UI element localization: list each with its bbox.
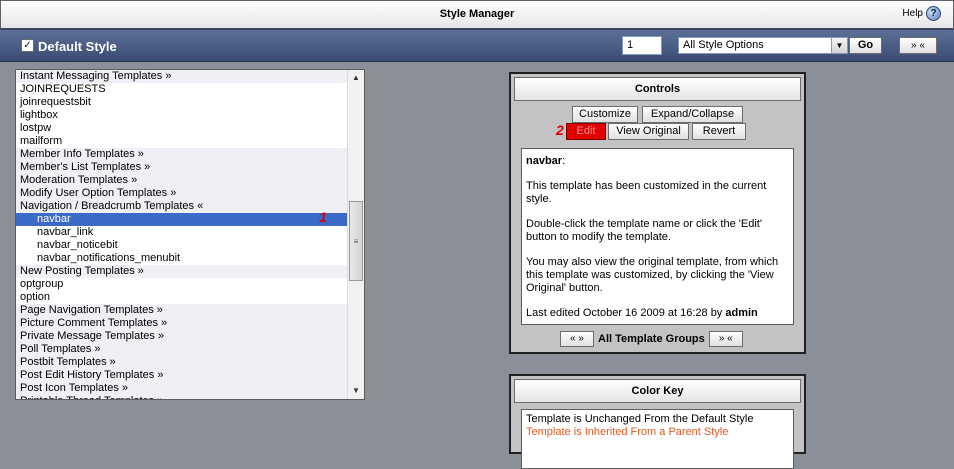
last-edited-text: Last edited October 16 2009 at 16:28 by [526,307,723,319]
template-group-row[interactable]: Page Navigation Templates » [16,304,347,317]
key-inherited: Template is Inherited From a Parent Styl… [526,426,729,438]
template-group-row[interactable]: Moderation Templates » [16,174,347,187]
template-list[interactable]: Instant Messaging Templates » JOINREQUEST… [15,69,365,400]
template-row[interactable]: navbar_link [16,226,347,239]
template-row[interactable]: navbar_noticebit [16,239,347,252]
template-name: navbar [526,155,563,167]
controls-title: Controls [514,77,801,101]
scroll-up-icon[interactable]: ▲ [348,70,364,86]
style-bar: ✓ Default Style 1 All Style Options ▼ Go… [0,30,954,62]
template-group-row[interactable]: Member Info Templates » [16,148,347,161]
page-title: Style Manager [439,8,515,20]
all-template-groups-label: All Template Groups [598,333,705,345]
template-list-items: Instant Messaging Templates » JOINREQUEST… [16,70,347,399]
last-edited-user: admin [725,307,758,319]
template-group-row[interactable]: Modify User Option Templates » [16,187,347,200]
style-options-select[interactable]: All Style Options ▼ [678,37,848,54]
style-name: Default Style [38,39,117,54]
annotation-marker-2: 2 [556,122,564,138]
template-group-nav: « » All Template Groups » « [560,330,743,348]
help-link[interactable]: Help ? [902,6,941,21]
help-label[interactable]: Help [902,8,923,19]
template-row[interactable]: option [16,291,347,304]
template-group-row[interactable]: Navigation / Breadcrumb Templates « [16,200,347,213]
key-unchanged: Template is Unchanged From the Default S… [526,413,754,425]
description-view-original: You may also view the original template,… [526,256,779,294]
template-row[interactable]: lostpw [16,122,347,135]
template-group-row[interactable]: Instant Messaging Templates » [16,70,347,83]
scroll-thumb[interactable]: ≡ [349,201,363,281]
style-checkbox[interactable]: ✓ [21,39,34,52]
list-scrollbar[interactable]: ▲ ≡ ▼ [347,70,364,399]
template-group-row[interactable]: Printable Thread Templates » [16,395,347,399]
template-group-row[interactable]: New Posting Templates » [16,265,347,278]
template-group-row[interactable]: Poll Templates » [16,343,347,356]
color-key-title: Color Key [514,379,801,403]
expand-all-button[interactable]: » « [899,37,937,54]
template-row[interactable]: joinrequestsbit [16,96,347,109]
edit-button[interactable]: Edit [566,123,606,140]
color-key-box: Template is Unchanged From the Default S… [521,409,794,469]
expand-collapse-button[interactable]: Expand/Collapse [642,106,743,123]
customize-button[interactable]: Customize [572,106,638,123]
scroll-down-icon[interactable]: ▼ [348,383,364,399]
title-bar: Style Manager Help ? [0,0,954,30]
prev-group-button[interactable]: « » [560,331,594,347]
template-group-row[interactable]: Post Edit History Templates » [16,369,347,382]
view-original-button[interactable]: View Original [608,123,689,140]
template-row[interactable]: lightbox [16,109,347,122]
template-row[interactable]: navbar [16,213,347,226]
description-edit-hint: Double-click the template name or click … [526,218,762,243]
go-button[interactable]: Go [849,37,882,54]
chevron-down-icon[interactable]: ▼ [831,38,847,53]
revert-button[interactable]: Revert [692,123,746,140]
template-group-row[interactable]: Post Icon Templates » [16,382,347,395]
template-group-row[interactable]: Private Message Templates » [16,330,347,343]
template-name-suffix: : [562,155,566,167]
template-group-row[interactable]: Member's List Templates » [16,161,347,174]
style-options-value: All Style Options [683,39,764,51]
controls-panel: Controls Customize Expand/Collapse 2 Edi… [509,72,806,354]
template-row[interactable]: navbar_notifications_menubit [16,252,347,265]
color-key-panel: Color Key Template is Unchanged From the… [509,374,806,469]
template-group-row[interactable]: Picture Comment Templates » [16,317,347,330]
template-group-row[interactable]: Postbit Templates » [16,356,347,369]
template-row[interactable]: JOINREQUESTS [16,83,347,96]
question-mark-icon[interactable]: ? [926,6,941,21]
annotation-marker-1: 1 [319,209,327,225]
template-description: navbar: This template has been customize… [521,148,794,325]
template-row[interactable]: optgroup [16,278,347,291]
template-row[interactable]: mailform [16,135,347,148]
next-group-button[interactable]: » « [708,331,743,347]
page-number-input[interactable]: 1 [622,36,662,55]
description-customized: This template has been customized in the… [526,180,767,205]
